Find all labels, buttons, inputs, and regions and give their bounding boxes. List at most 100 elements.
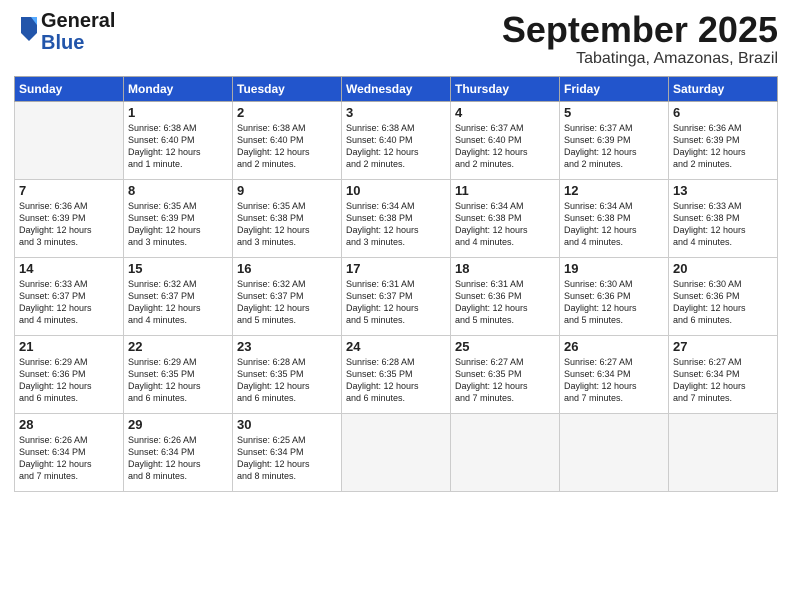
calendar-cell: 13 Sunrise: 6:33 AM Sunset: 6:38 PM Dayli… xyxy=(669,179,778,257)
calendar-cell: 22 Sunrise: 6:29 AM Sunset: 6:35 PM Dayli… xyxy=(124,335,233,413)
calendar-cell: 14 Sunrise: 6:33 AM Sunset: 6:37 PM Dayli… xyxy=(15,257,124,335)
day-number: 30 xyxy=(237,417,337,432)
calendar-cell: 15Sunrise: 6:32 AM Sunset: 6:37 PM Dayli… xyxy=(124,257,233,335)
logo-line1: General xyxy=(41,10,115,32)
day-info: Sunrise: 6:33 AM Sunset: 6:38 PM Dayligh… xyxy=(673,200,773,249)
day-number: 1 xyxy=(128,105,228,120)
day-number: 6 xyxy=(673,105,773,120)
logo-line2: Blue xyxy=(41,32,115,54)
calendar-cell: 23 Sunrise: 6:28 AM Sunset: 6:35 PM Dayli… xyxy=(233,335,342,413)
day-number: 11 xyxy=(455,183,555,198)
day-number: 14 xyxy=(19,261,119,276)
day-info: Sunrise: 6:38 AM Sunset: 6:40 PM Dayligh… xyxy=(346,122,446,171)
day-info: Sunrise: 6:34 AM Sunset: 6:38 PM Dayligh… xyxy=(564,200,664,249)
day-number: 2 xyxy=(237,105,337,120)
day-header: Monday xyxy=(124,76,233,101)
title-block: September 2025 Tabatinga, Amazonas, Braz… xyxy=(502,10,778,68)
day-number: 28 xyxy=(19,417,119,432)
calendar-cell: 8Sunrise: 6:35 AM Sunset: 6:39 PM Daylig… xyxy=(124,179,233,257)
calendar-cell: 24 Sunrise: 6:28 AM Sunset: 6:35 PM Dayli… xyxy=(342,335,451,413)
day-info: Sunrise: 6:32 AM Sunset: 6:37 PM Dayligh… xyxy=(237,278,337,327)
calendar-week-row: 28 Sunrise: 6:26 AM Sunset: 6:34 PM Dayli… xyxy=(15,413,778,491)
logo: General Blue xyxy=(14,10,115,54)
day-info: Sunrise: 6:33 AM Sunset: 6:37 PM Dayligh… xyxy=(19,278,119,327)
calendar-cell: 11 Sunrise: 6:34 AM Sunset: 6:38 PM Dayli… xyxy=(451,179,560,257)
day-number: 22 xyxy=(128,339,228,354)
day-number: 29 xyxy=(128,417,228,432)
month-title: September 2025 xyxy=(502,10,778,50)
calendar-cell: 18Sunrise: 6:31 AM Sunset: 6:36 PM Dayli… xyxy=(451,257,560,335)
calendar-cell: 16 Sunrise: 6:32 AM Sunset: 6:37 PM Dayli… xyxy=(233,257,342,335)
day-info: Sunrise: 6:36 AM Sunset: 6:39 PM Dayligh… xyxy=(19,200,119,249)
calendar-cell: 1Sunrise: 6:38 AM Sunset: 6:40 PM Daylig… xyxy=(124,101,233,179)
calendar-week-row: 14 Sunrise: 6:33 AM Sunset: 6:37 PM Dayli… xyxy=(15,257,778,335)
day-info: Sunrise: 6:37 AM Sunset: 6:39 PM Dayligh… xyxy=(564,122,664,171)
day-header: Thursday xyxy=(451,76,560,101)
calendar-cell: 4Sunrise: 6:37 AM Sunset: 6:40 PM Daylig… xyxy=(451,101,560,179)
day-number: 5 xyxy=(564,105,664,120)
day-info: Sunrise: 6:28 AM Sunset: 6:35 PM Dayligh… xyxy=(346,356,446,405)
day-number: 13 xyxy=(673,183,773,198)
header-row: SundayMondayTuesdayWednesdayThursdayFrid… xyxy=(15,76,778,101)
day-info: Sunrise: 6:34 AM Sunset: 6:38 PM Dayligh… xyxy=(346,200,446,249)
day-info: Sunrise: 6:26 AM Sunset: 6:34 PM Dayligh… xyxy=(128,434,228,483)
calendar-cell: 21Sunrise: 6:29 AM Sunset: 6:36 PM Dayli… xyxy=(15,335,124,413)
day-number: 19 xyxy=(564,261,664,276)
calendar-week-row: 1 Sunrise: 6:38 AM Sunset: 6:40 PM Daylig… xyxy=(15,101,778,179)
location: Tabatinga, Amazonas, Brazil xyxy=(502,50,778,68)
calendar-cell: 25Sunrise: 6:27 AM Sunset: 6:35 PM Dayli… xyxy=(451,335,560,413)
day-number: 12 xyxy=(564,183,664,198)
calendar-cell: 27 Sunrise: 6:27 AM Sunset: 6:34 PM Dayli… xyxy=(669,335,778,413)
day-info: Sunrise: 6:26 AM Sunset: 6:34 PM Dayligh… xyxy=(19,434,119,483)
day-info: Sunrise: 6:29 AM Sunset: 6:35 PM Dayligh… xyxy=(128,356,228,405)
calendar-cell: 9Sunrise: 6:35 AM Sunset: 6:38 PM Daylig… xyxy=(233,179,342,257)
day-info: Sunrise: 6:25 AM Sunset: 6:34 PM Dayligh… xyxy=(237,434,337,483)
day-header: Tuesday xyxy=(233,76,342,101)
day-info: Sunrise: 6:34 AM Sunset: 6:38 PM Dayligh… xyxy=(455,200,555,249)
day-info: Sunrise: 6:35 AM Sunset: 6:38 PM Dayligh… xyxy=(237,200,337,249)
day-number: 25 xyxy=(455,339,555,354)
day-number: 24 xyxy=(346,339,446,354)
calendar-cell: 28 Sunrise: 6:26 AM Sunset: 6:34 PM Dayli… xyxy=(15,413,124,491)
day-number: 8 xyxy=(128,183,228,198)
day-info: Sunrise: 6:38 AM Sunset: 6:40 PM Dayligh… xyxy=(237,122,337,171)
day-header: Friday xyxy=(560,76,669,101)
day-header: Wednesday xyxy=(342,76,451,101)
day-number: 27 xyxy=(673,339,773,354)
calendar-week-row: 7 Sunrise: 6:36 AM Sunset: 6:39 PM Daylig… xyxy=(15,179,778,257)
calendar-cell: 19Sunrise: 6:30 AM Sunset: 6:36 PM Dayli… xyxy=(560,257,669,335)
day-info: Sunrise: 6:29 AM Sunset: 6:36 PM Dayligh… xyxy=(19,356,119,405)
day-info: Sunrise: 6:37 AM Sunset: 6:40 PM Dayligh… xyxy=(455,122,555,171)
calendar-week-row: 21Sunrise: 6:29 AM Sunset: 6:36 PM Dayli… xyxy=(15,335,778,413)
logo-icon xyxy=(17,15,41,45)
calendar-cell: 17 Sunrise: 6:31 AM Sunset: 6:37 PM Dayli… xyxy=(342,257,451,335)
calendar-cell: 10 Sunrise: 6:34 AM Sunset: 6:38 PM Dayli… xyxy=(342,179,451,257)
day-info: Sunrise: 6:31 AM Sunset: 6:37 PM Dayligh… xyxy=(346,278,446,327)
day-info: Sunrise: 6:30 AM Sunset: 6:36 PM Dayligh… xyxy=(673,278,773,327)
day-number: 23 xyxy=(237,339,337,354)
day-number: 17 xyxy=(346,261,446,276)
day-info: Sunrise: 6:36 AM Sunset: 6:39 PM Dayligh… xyxy=(673,122,773,171)
day-header: Sunday xyxy=(15,76,124,101)
calendar-cell: 20 Sunrise: 6:30 AM Sunset: 6:36 PM Dayli… xyxy=(669,257,778,335)
day-info: Sunrise: 6:28 AM Sunset: 6:35 PM Dayligh… xyxy=(237,356,337,405)
day-info: Sunrise: 6:27 AM Sunset: 6:34 PM Dayligh… xyxy=(673,356,773,405)
calendar-cell xyxy=(560,413,669,491)
day-header: Saturday xyxy=(669,76,778,101)
calendar-cell: 3Sunrise: 6:38 AM Sunset: 6:40 PM Daylig… xyxy=(342,101,451,179)
calendar-cell xyxy=(669,413,778,491)
calendar-cell: 5 Sunrise: 6:37 AM Sunset: 6:39 PM Daylig… xyxy=(560,101,669,179)
calendar-cell: 29 Sunrise: 6:26 AM Sunset: 6:34 PM Dayli… xyxy=(124,413,233,491)
calendar-cell xyxy=(451,413,560,491)
calendar-cell xyxy=(342,413,451,491)
day-number: 20 xyxy=(673,261,773,276)
header: General Blue September 2025 Tabatinga, A… xyxy=(14,10,778,68)
day-number: 10 xyxy=(346,183,446,198)
calendar-cell xyxy=(15,101,124,179)
day-number: 15 xyxy=(128,261,228,276)
calendar-table: SundayMondayTuesdayWednesdayThursdayFrid… xyxy=(14,76,778,492)
day-number: 16 xyxy=(237,261,337,276)
day-number: 18 xyxy=(455,261,555,276)
calendar-cell: 2 Sunrise: 6:38 AM Sunset: 6:40 PM Daylig… xyxy=(233,101,342,179)
day-number: 7 xyxy=(19,183,119,198)
